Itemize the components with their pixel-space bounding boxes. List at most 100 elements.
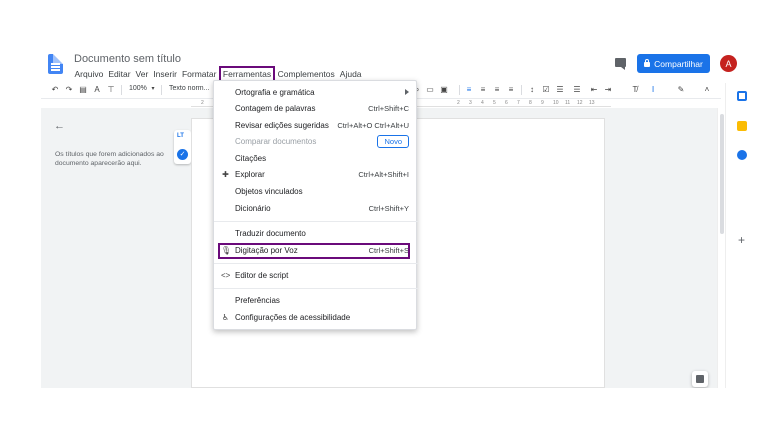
ruler-tick: 12 — [577, 100, 583, 106]
outline-empty-text: Os títulos que forem adicionados ao docu… — [55, 151, 164, 167]
avatar[interactable]: A — [720, 55, 737, 72]
menu-item-accessibility[interactable]: ♿︎ Configurações de acessibilidade — [214, 310, 418, 326]
ruler-tick: 11 — [565, 100, 571, 106]
menu-item-label: Objetos vinculados — [235, 187, 303, 196]
menu-item-shortcut: Ctrl+Shift+Y — [368, 204, 409, 213]
menu-item-label: Ortografia e gramática — [235, 88, 315, 97]
ruler-tick: 3 — [469, 100, 472, 106]
menu-item-label: Citações — [235, 154, 267, 163]
language-tool-icon[interactable]: LT — [177, 133, 184, 139]
calendar-icon[interactable] — [737, 91, 747, 101]
ruler-tick: 9 — [541, 100, 544, 106]
ruler-tick: 8 — [529, 100, 532, 106]
back-arrow-icon[interactable]: ← — [54, 120, 65, 132]
tasks-icon[interactable] — [737, 150, 747, 160]
menu-divider — [214, 221, 418, 222]
menu-item-label: Revisar edições sugeridas — [235, 121, 329, 130]
collapse-menus-icon[interactable]: ˄ — [703, 86, 711, 94]
align-right-icon[interactable]: ≡ — [493, 86, 501, 94]
keep-icon[interactable] — [737, 121, 747, 131]
ruler-tick: 10 — [553, 100, 559, 106]
share-button[interactable]: Compartilhar — [637, 54, 710, 73]
undo-icon[interactable]: ↶ — [51, 86, 59, 94]
menu-arquivo[interactable]: Arquivo — [72, 68, 106, 81]
menu-item-explore[interactable]: ✚ Explorar Ctrl+Alt+Shift+I — [214, 167, 418, 183]
menu-item-label: Preferências — [235, 296, 280, 305]
menu-item-word-count[interactable]: Contagem de palavras Ctrl+Shift+C — [214, 101, 418, 117]
accessibility-icon: ♿︎ — [221, 313, 230, 322]
menu-item-preferences[interactable]: Preferências — [214, 293, 418, 309]
editing-mode-icon[interactable]: ✎ — [677, 86, 685, 94]
submenu-arrow-icon — [405, 89, 409, 95]
menu-item-dictionary[interactable]: Dicionário Ctrl+Shift+Y — [214, 201, 418, 217]
lock-icon — [644, 59, 651, 67]
ruler-tick: 6 — [505, 100, 508, 106]
menu-item-review-edits[interactable]: Revisar edições sugeridas Ctrl+Alt+O Ctr… — [214, 118, 418, 134]
menu-item-label: Configurações de acessibilidade — [235, 313, 351, 322]
tools-menu: Ortografia e gramática Contagem de palav… — [213, 80, 418, 330]
menu-item-citations[interactable]: Citações — [214, 151, 418, 167]
menu-item-translate[interactable]: Traduzir documento — [214, 226, 418, 242]
menu-item-label: Editor de script — [235, 271, 289, 280]
menu-editar[interactable]: Editar — [106, 68, 133, 81]
document-title[interactable]: Documento sem título — [74, 53, 181, 65]
increase-indent-icon[interactable]: ⇥ — [604, 86, 612, 94]
voice-typing-toolbar-icon[interactable]: Ⅰ — [649, 86, 657, 94]
ruler-tick: 2 — [201, 100, 204, 106]
voice-typing-highlight — [218, 243, 410, 259]
new-badge: Novo — [377, 135, 409, 148]
side-panel: + › — [725, 83, 782, 388]
decrease-indent-icon[interactable]: ⇤ — [590, 86, 598, 94]
ruler-tick: 5 — [493, 100, 496, 106]
zoom-select[interactable]: 100% — [129, 85, 147, 92]
menu-item-shortcut: Ctrl+Shift+C — [368, 104, 409, 113]
scrollbar[interactable] — [717, 108, 725, 388]
align-left-icon[interactable]: ≡ — [465, 86, 473, 94]
scrollbar-thumb[interactable] — [720, 114, 724, 234]
menu-item-shortcut: Ctrl+Alt+O Ctrl+Alt+U — [337, 121, 409, 130]
menu-ver[interactable]: Ver — [133, 68, 151, 81]
menu-divider — [214, 288, 418, 289]
ruler-tick: 7 — [517, 100, 520, 106]
align-center-icon[interactable]: ≡ — [479, 86, 487, 94]
ruler-tick: 13 — [589, 100, 595, 106]
redo-icon[interactable]: ↷ — [65, 86, 73, 94]
paint-format-icon[interactable]: ⊤ — [107, 86, 115, 94]
menu-item-label: Dicionário — [235, 204, 271, 213]
menu-item-linked-objects[interactable]: Objetos vinculados — [214, 184, 418, 200]
menu-item-spelling[interactable]: Ortografia e gramática — [214, 85, 418, 101]
line-spacing-icon[interactable]: ↕ — [528, 86, 536, 94]
spellcheck-icon[interactable]: A — [93, 86, 101, 94]
style-select[interactable]: Texto norm... — [169, 85, 209, 92]
add-ons-plus-icon[interactable]: + — [738, 233, 745, 247]
bulleted-list-icon[interactable]: ☰ — [556, 86, 564, 94]
menu-item-compare-documents: Comparar documentos Novo — [214, 134, 418, 150]
insert-comment-icon[interactable]: ▭ — [426, 86, 434, 94]
menu-item-label: Contagem de palavras — [235, 104, 316, 113]
docs-logo-icon[interactable] — [48, 54, 63, 74]
menu-item-shortcut: Ctrl+Alt+Shift+I — [358, 170, 409, 179]
menu-item-script-editor[interactable]: <> Editor de script — [214, 268, 418, 284]
check-icon[interactable]: ✓ — [177, 149, 188, 160]
menu-formatar[interactable]: Formatar — [179, 68, 218, 81]
chevron-down-icon: ▾ — [151, 86, 155, 92]
ruler-tick: 4 — [481, 100, 484, 106]
align-justify-icon[interactable]: ≡ — [507, 86, 515, 94]
menu-divider — [214, 263, 418, 264]
share-label: Compartilhar — [654, 58, 703, 69]
floating-toolbar: LT ✓ — [174, 130, 191, 164]
checklist-icon[interactable]: ☑ — [542, 86, 550, 94]
menu-item-label: Explorar — [235, 170, 265, 179]
ruler-tick: 2 — [457, 100, 460, 106]
code-icon: <> — [221, 271, 231, 280]
menu-item-label: Traduzir documento — [235, 229, 306, 238]
explore-icon: ✚ — [222, 170, 229, 179]
numbered-list-icon[interactable]: ☰ — [573, 86, 581, 94]
clear-formatting-icon[interactable]: T̸ — [631, 86, 639, 94]
menu-inserir[interactable]: Inserir — [151, 68, 180, 81]
menu-item-label: Comparar documentos — [235, 137, 317, 146]
comment-history-icon[interactable] — [615, 58, 626, 70]
explore-button[interactable] — [692, 371, 708, 387]
insert-image-icon[interactable]: ▣ — [440, 86, 448, 94]
print-icon[interactable]: ▤ — [79, 86, 87, 94]
